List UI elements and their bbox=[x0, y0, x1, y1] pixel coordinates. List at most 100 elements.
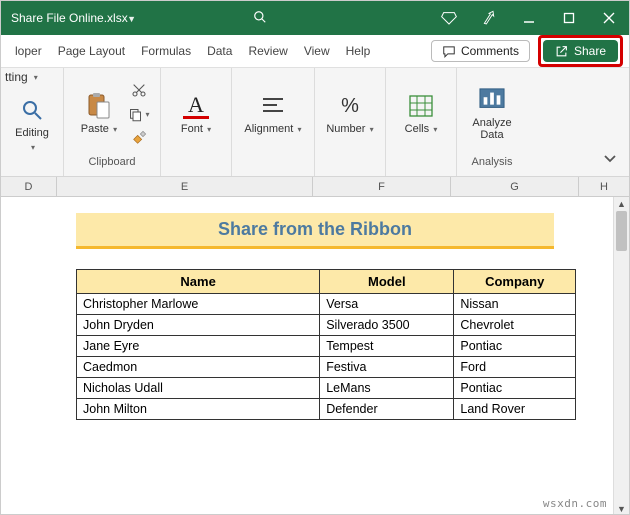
chevron-down-icon: ▾ bbox=[111, 125, 117, 134]
cell: Nicholas Udall bbox=[77, 378, 320, 399]
tab-review[interactable]: Review bbox=[240, 35, 295, 67]
chevron-down-icon bbox=[603, 152, 617, 166]
premium-icon[interactable] bbox=[429, 1, 469, 35]
paste-icon bbox=[86, 93, 112, 119]
font-button[interactable]: A Font ▾ bbox=[171, 80, 221, 148]
cell: Nissan bbox=[454, 294, 576, 315]
tab-developer[interactable]: loper bbox=[7, 35, 50, 67]
chevron-down-icon: ▾ bbox=[295, 125, 301, 134]
copy-button[interactable]: ▾ bbox=[128, 103, 150, 125]
close-button[interactable] bbox=[589, 1, 629, 35]
tab-view[interactable]: View bbox=[296, 35, 338, 67]
sheet-title: Share from the Ribbon bbox=[76, 213, 554, 249]
cells-label: Cells bbox=[405, 123, 429, 135]
comment-icon bbox=[442, 45, 456, 58]
share-button[interactable]: Share bbox=[543, 40, 618, 62]
table-row[interactable]: John DrydenSilverado 3500Chevrolet bbox=[77, 315, 576, 336]
copy-icon bbox=[128, 107, 143, 122]
cell: Versa bbox=[320, 294, 454, 315]
cell: John Milton bbox=[77, 399, 320, 420]
group-alignment: Alignment ▾ bbox=[232, 68, 315, 176]
column-headers: D E F G H bbox=[1, 177, 629, 197]
table-row[interactable]: Jane EyreTempestPontiac bbox=[77, 336, 576, 357]
percent-icon: % bbox=[337, 93, 363, 119]
group-label bbox=[30, 158, 33, 174]
share-label: Share bbox=[574, 44, 606, 58]
group-label bbox=[271, 156, 274, 172]
analyze-data-button[interactable]: AnalyzeData bbox=[467, 80, 517, 148]
number-label: Number bbox=[326, 123, 365, 135]
group-label bbox=[348, 156, 351, 172]
cell: Ford bbox=[454, 357, 576, 378]
ribbon-collapse-button[interactable] bbox=[599, 148, 621, 170]
paste-button[interactable]: Paste ▾ bbox=[74, 80, 124, 148]
brush-icon bbox=[131, 130, 147, 146]
col-F[interactable]: F bbox=[313, 177, 451, 196]
analysis-label: Analysis bbox=[472, 156, 513, 172]
vertical-scrollbar[interactable]: ▲ ▼ bbox=[613, 197, 629, 515]
chevron-down-icon: ▾ bbox=[31, 143, 35, 152]
maximize-button[interactable] bbox=[549, 1, 589, 35]
editing-button[interactable]: Editing ▾ bbox=[7, 90, 57, 158]
table-row[interactable]: Nicholas UdallLeMansPontiac bbox=[77, 378, 576, 399]
coming-soon-icon[interactable] bbox=[469, 1, 509, 35]
worksheet[interactable]: Share from the Ribbon Name Model Company… bbox=[1, 197, 629, 515]
ribbon-tabs: loper Page Layout Formulas Data Review V… bbox=[1, 35, 629, 67]
title-bar: Share File Online.xlsx ▼ bbox=[1, 1, 629, 35]
group-analysis: AnalyzeData Analysis bbox=[457, 68, 527, 176]
scroll-up-icon[interactable]: ▲ bbox=[614, 197, 629, 211]
cell: Caedmon bbox=[77, 357, 320, 378]
analyze-icon bbox=[479, 87, 505, 113]
tab-formulas[interactable]: Formulas bbox=[133, 35, 199, 67]
tab-data[interactable]: Data bbox=[199, 35, 240, 67]
table-row[interactable]: CaedmonFestivaFord bbox=[77, 357, 576, 378]
find-icon bbox=[19, 97, 45, 123]
cell: Festiva bbox=[320, 357, 454, 378]
th-name: Name bbox=[77, 270, 320, 294]
file-name[interactable]: Share File Online.xlsx ▼ bbox=[1, 11, 146, 25]
share-highlight: Share bbox=[538, 35, 623, 67]
group-label bbox=[419, 156, 422, 172]
tab-help[interactable]: Help bbox=[338, 35, 379, 67]
alignment-label: Alignment bbox=[244, 123, 293, 135]
search-icon[interactable] bbox=[246, 10, 274, 27]
ribbon: tting ▾ Editing ▾ bbox=[1, 67, 629, 177]
scissors-icon bbox=[131, 82, 147, 98]
chevron-down-icon: ▼ bbox=[127, 14, 136, 24]
cell: LeMans bbox=[320, 378, 454, 399]
cell: Land Rover bbox=[454, 399, 576, 420]
cell: Pontiac bbox=[454, 336, 576, 357]
minimize-button[interactable] bbox=[509, 1, 549, 35]
cells-button[interactable]: Cells ▾ bbox=[396, 80, 446, 148]
chevron-down-icon: ▾ bbox=[205, 125, 211, 134]
format-painter-button[interactable] bbox=[128, 127, 150, 149]
cell: John Dryden bbox=[77, 315, 320, 336]
table-header-row: Name Model Company bbox=[77, 270, 576, 294]
align-icon bbox=[260, 93, 286, 119]
table-row[interactable]: Christopher MarloweVersaNissan bbox=[77, 294, 576, 315]
number-button[interactable]: % Number ▾ bbox=[325, 80, 375, 148]
cell: Christopher Marlowe bbox=[77, 294, 320, 315]
editing-label: Editing bbox=[15, 127, 49, 139]
alignment-button[interactable]: Alignment ▾ bbox=[242, 80, 304, 148]
comments-button[interactable]: Comments bbox=[431, 40, 530, 62]
file-name-text: Share File Online.xlsx bbox=[11, 11, 128, 25]
scroll-thumb[interactable] bbox=[616, 211, 627, 251]
col-E[interactable]: E bbox=[57, 177, 313, 196]
chevron-down-icon: ▾ bbox=[367, 125, 373, 134]
font-label: Font bbox=[181, 123, 203, 135]
scroll-down-icon[interactable]: ▼ bbox=[614, 502, 629, 515]
th-company: Company bbox=[454, 270, 576, 294]
analyze-label-2: Data bbox=[480, 129, 503, 141]
tab-page-layout[interactable]: Page Layout bbox=[50, 35, 133, 67]
clipboard-label: Clipboard bbox=[88, 156, 135, 172]
cells-icon bbox=[408, 93, 434, 119]
group-editing: Editing ▾ bbox=[1, 68, 64, 176]
cell: Silverado 3500 bbox=[320, 315, 454, 336]
cut-button[interactable] bbox=[128, 79, 150, 101]
col-D[interactable]: D bbox=[1, 177, 57, 196]
table-row[interactable]: John MiltonDefenderLand Rover bbox=[77, 399, 576, 420]
col-G[interactable]: G bbox=[451, 177, 579, 196]
col-H[interactable]: H bbox=[579, 177, 629, 196]
group-font: A Font ▾ bbox=[161, 68, 232, 176]
